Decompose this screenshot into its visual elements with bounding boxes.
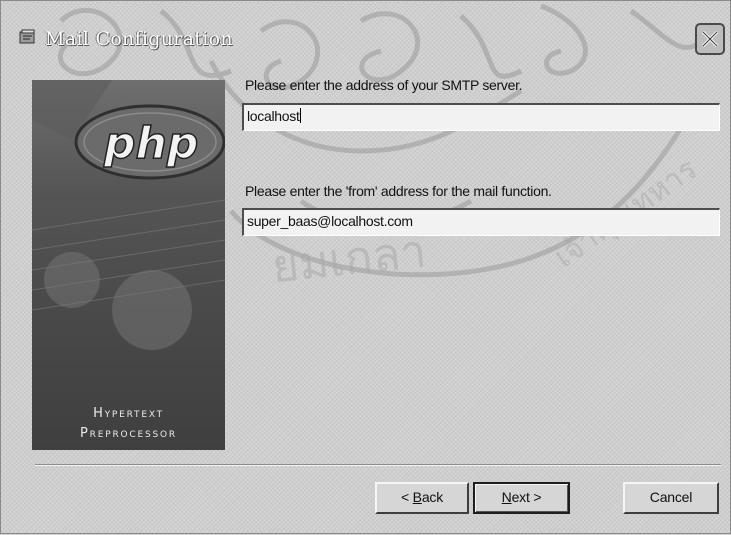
- from-address-label: Please enter the 'from' address for the …: [245, 183, 552, 199]
- back-button-mnemonic: B: [412, 489, 422, 505]
- next-button[interactable]: Next >: [473, 482, 570, 514]
- next-button-mnemonic: N: [501, 489, 512, 505]
- php-logo-text: php: [103, 118, 198, 169]
- close-button[interactable]: [695, 23, 725, 55]
- from-address-input[interactable]: super_baas@localhost.com: [242, 208, 720, 236]
- back-button-arrow: <: [401, 489, 413, 505]
- smtp-server-input[interactable]: localhost: [242, 103, 720, 131]
- next-button-arrow: >: [529, 489, 542, 505]
- installer-icon: [19, 29, 37, 45]
- php-banner-image: php Hypertext Preprocessor: [32, 80, 225, 450]
- php-logo: php: [32, 80, 225, 350]
- back-button-label: ack: [421, 489, 443, 505]
- back-button[interactable]: < Back: [375, 482, 469, 514]
- window-title: Mail Configuration: [45, 28, 233, 50]
- cancel-button[interactable]: Cancel: [623, 482, 719, 514]
- from-address-value: super_baas@localhost.com: [247, 213, 413, 229]
- button-separator: [35, 464, 721, 466]
- text-caret: [299, 108, 301, 123]
- banner-line-1: Hypertext: [93, 406, 164, 421]
- next-button-label: ext: [511, 489, 530, 505]
- banner-line-2: Preprocessor: [80, 426, 177, 441]
- mail-configuration-dialog: ยมเกลา เจ้าคุณทหาร Mail Configuration: [0, 0, 731, 534]
- title-bar[interactable]: Mail Configuration: [3, 15, 728, 59]
- smtp-server-value: localhost: [247, 108, 300, 124]
- smtp-server-label: Please enter the address of your SMTP se…: [245, 77, 523, 93]
- close-icon: [701, 30, 719, 48]
